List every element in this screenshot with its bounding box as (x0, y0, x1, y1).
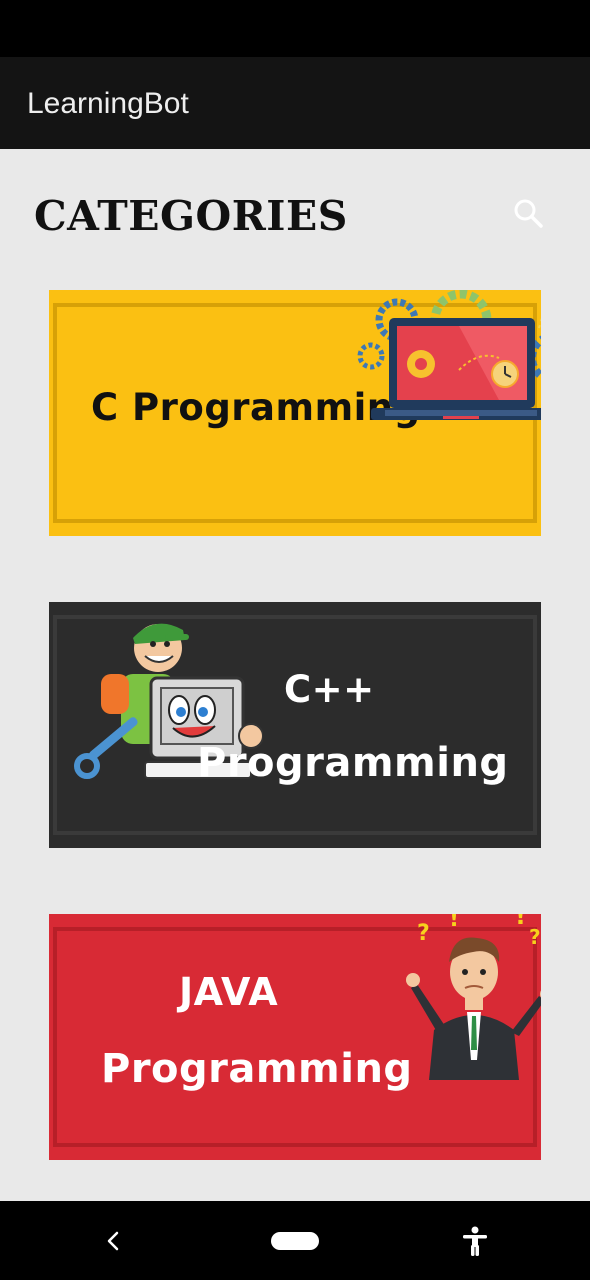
category-card-c[interactable]: C Programming (49, 290, 541, 536)
accessibility-icon (463, 1226, 487, 1256)
status-bar (0, 0, 590, 57)
back-icon (107, 1231, 119, 1251)
app-bar: LearningBot (0, 57, 590, 149)
search-icon (514, 199, 543, 228)
navigation-bar (0, 1201, 590, 1280)
app-title: LearningBot (27, 87, 189, 120)
laptop-gears-illustration (357, 290, 541, 420)
category-card-cpp[interactable]: C++ Programming (49, 602, 541, 848)
svg-text:?: ? (417, 921, 430, 946)
card-title-line1: JAVA (179, 970, 279, 1014)
back-button[interactable] (100, 1228, 126, 1254)
svg-text:!: ! (515, 914, 526, 930)
home-button[interactable] (271, 1232, 319, 1250)
card-title-line2: Programming (197, 740, 509, 786)
category-card-java[interactable]: JAVA Programming ? ! ! ? (49, 914, 541, 1160)
search-button[interactable] (510, 195, 546, 231)
accessibility-button[interactable] (460, 1225, 490, 1257)
card-title-line1: C++ (284, 668, 375, 711)
svg-text:?: ? (529, 925, 541, 949)
card-title-line2: Programming (101, 1046, 413, 1092)
svg-text:!: ! (449, 914, 459, 932)
confused-man-illustration: ? ! ! ? (406, 914, 541, 1080)
page-title: CATEGORIES (34, 192, 348, 240)
